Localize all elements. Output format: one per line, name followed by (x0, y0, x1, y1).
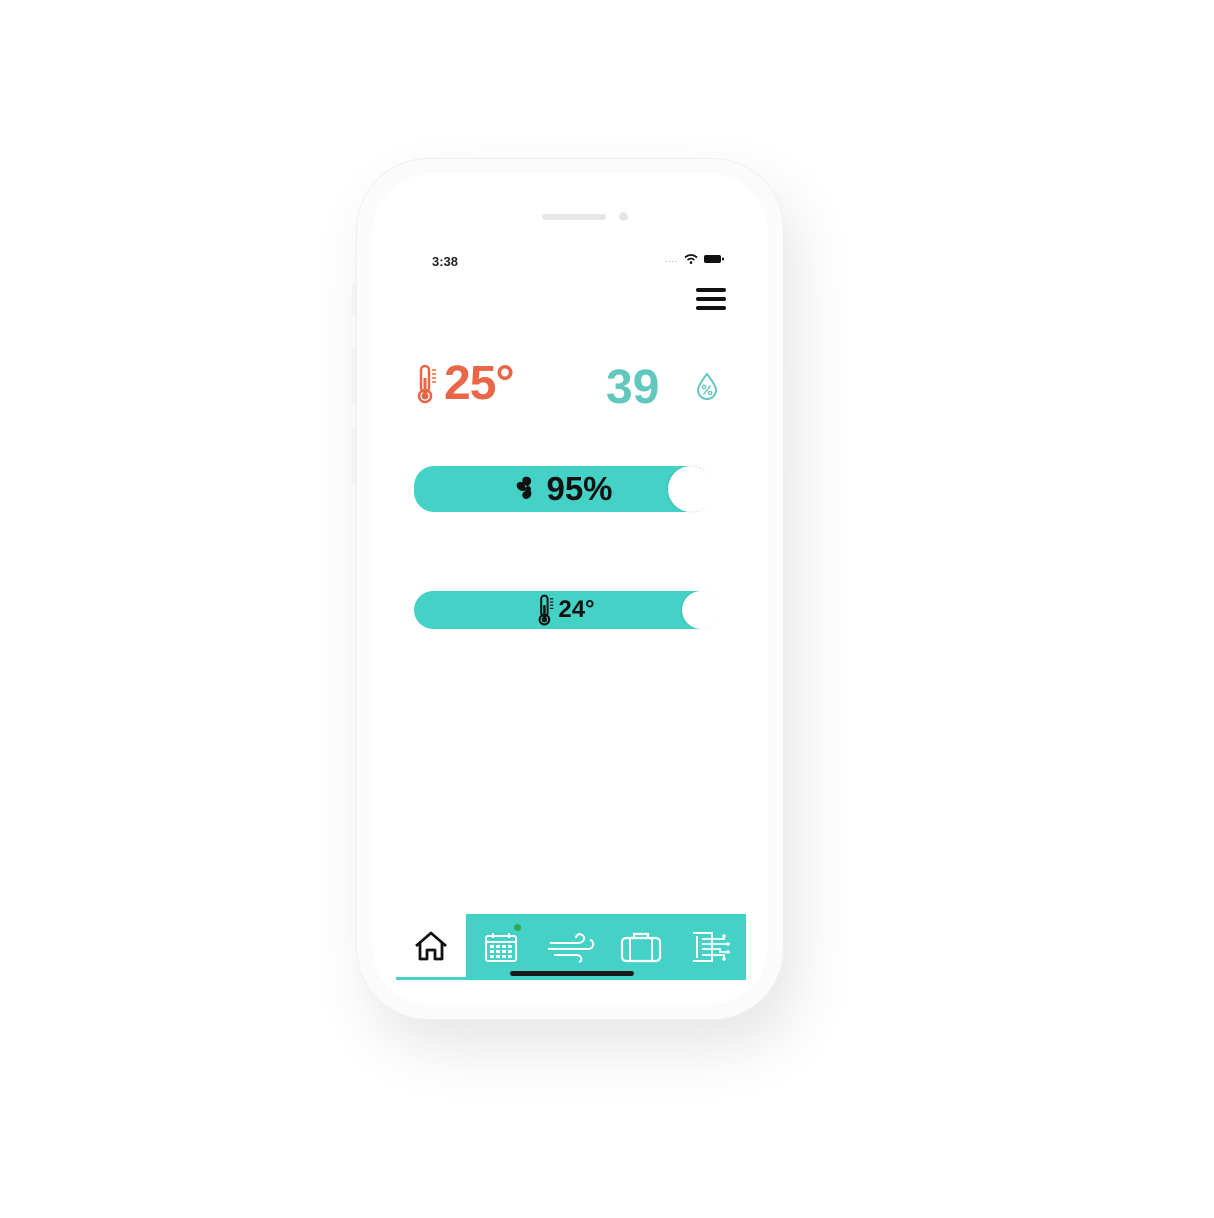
app-screen: 3:38 .... 25° 39 95% 24° (372, 174, 768, 1004)
tab-home[interactable] (396, 914, 466, 980)
temperature-reading: 25° (416, 356, 515, 411)
thermometer-icon (417, 364, 436, 403)
setpoint-value: 24° (558, 596, 595, 623)
temperature-value: 25° (444, 357, 515, 410)
calendar-icon (485, 933, 517, 962)
phone-camera (619, 212, 628, 221)
humidity-drop-icon (696, 372, 718, 400)
schedule-active-badge (514, 924, 521, 931)
phone-side-button-power (784, 372, 788, 472)
phone-speaker (542, 214, 606, 220)
phone-frame: 3:38 .... 25° 39 95% 24° (352, 158, 788, 1020)
signal-dots-icon: .... (665, 254, 678, 264)
wifi-icon (684, 254, 698, 264)
home-icon (415, 931, 447, 960)
menu-line (696, 297, 726, 301)
menu-button[interactable] (696, 288, 726, 314)
battery-icon (704, 255, 724, 263)
fan-speed-slider[interactable]: 95% (414, 466, 714, 512)
home-indicator[interactable] (510, 971, 634, 976)
setpoint-label: 24° (537, 594, 595, 626)
menu-line (696, 306, 726, 310)
status-time: 3:38 (432, 254, 459, 269)
phone-side-button-volume-down (352, 428, 356, 484)
humidity-value: 39 (606, 361, 660, 414)
fan-slider-thumb[interactable] (668, 466, 714, 512)
fan-speed-value: 95% (546, 470, 613, 507)
status-icons: .... (665, 254, 724, 264)
phone-side-button-silent (352, 284, 356, 314)
menu-line (696, 288, 726, 292)
fan-icon (517, 476, 532, 499)
setpoint-slider-thumb[interactable] (682, 591, 720, 629)
settings-panel-icon (693, 932, 730, 962)
fan-speed-label: 95% (513, 470, 613, 508)
wind-icon (548, 933, 595, 963)
phone-side-button-volume-up (352, 348, 356, 404)
suitcase-icon (620, 932, 662, 963)
setpoint-temperature-slider[interactable]: 24° (414, 591, 720, 629)
tab-settings[interactable] (676, 914, 746, 980)
thermometer-icon (538, 594, 554, 626)
